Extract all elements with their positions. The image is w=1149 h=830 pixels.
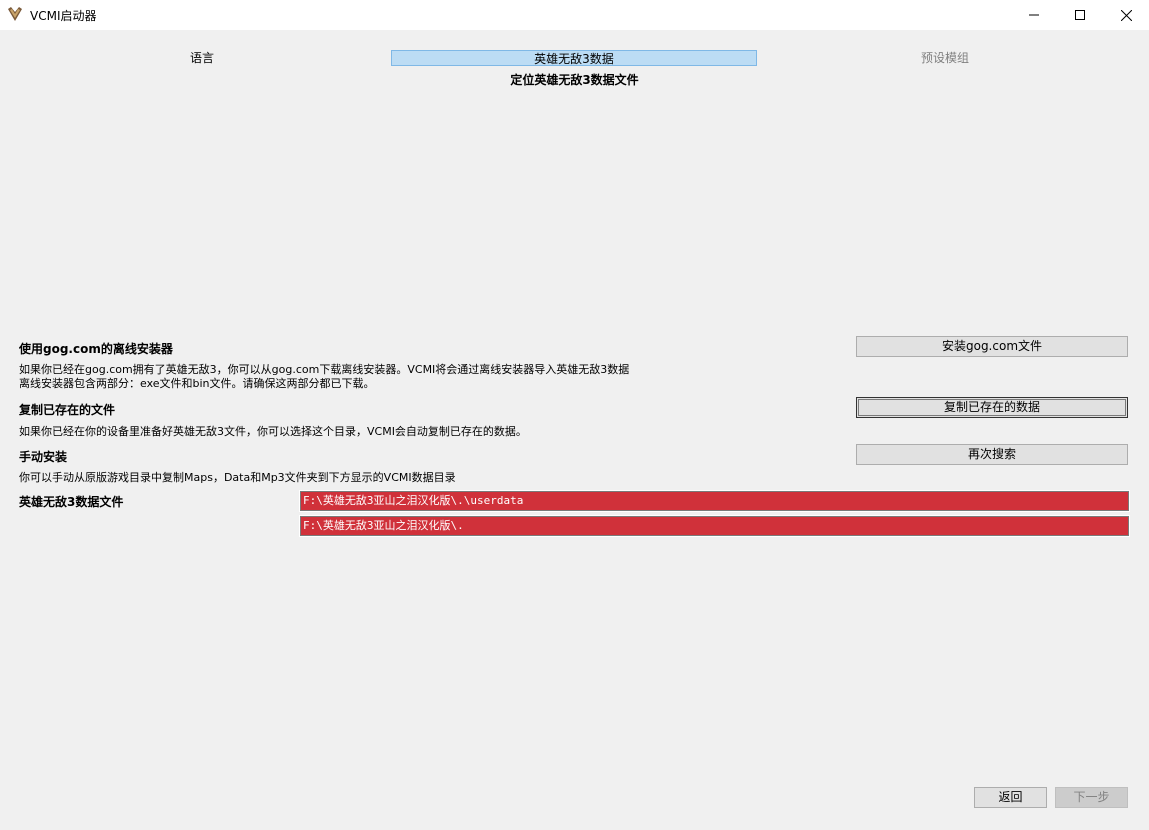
search-again-button[interactable]: 再次搜索 — [856, 444, 1128, 465]
step-heroes-data[interactable]: 英雄无敌3数据 — [391, 50, 757, 66]
copy-existing-description: 如果你已经在你的设备里准备好英雄无敌3文件，你可以选择这个目录，VCMI会自动复… — [19, 425, 527, 438]
gog-description-line2: 离线安装器包含两部分：exe文件和bin文件。请确保这两部分都已下载。 — [19, 377, 375, 390]
title-bar[interactable]: VCMI启动器 — [0, 0, 1149, 30]
data-files-label: 英雄无敌3数据文件 — [19, 495, 124, 509]
minimize-button[interactable] — [1011, 0, 1057, 30]
close-button[interactable] — [1103, 0, 1149, 30]
copy-existing-button[interactable]: 复制已存在的数据 — [856, 397, 1128, 418]
back-button[interactable]: 返回 — [974, 787, 1047, 808]
page-title: 定位英雄无敌3数据文件 — [510, 73, 639, 87]
maximize-icon — [1075, 10, 1085, 20]
launcher-window: VCMI启动器 语言 英雄无敌3数据 预设模组 定位英雄无敌3数据文件 使用go… — [0, 0, 1149, 830]
step-preset-mods[interactable]: 预设模组 — [860, 50, 1030, 66]
next-button[interactable]: 下一步 — [1055, 787, 1128, 808]
minimize-icon — [1029, 14, 1039, 16]
user-data-path-field[interactable]: F:\英雄无敌3亚山之泪汉化版\.\userdata — [299, 490, 1130, 512]
manual-install-heading: 手动安装 — [19, 450, 68, 464]
game-data-path-field[interactable]: F:\英雄无敌3亚山之泪汉化版\. — [299, 515, 1130, 537]
close-icon — [1120, 9, 1132, 21]
vcmi-logo-icon — [7, 6, 23, 22]
step-language[interactable]: 语言 — [150, 50, 254, 66]
manual-install-description: 你可以手动从原版游戏目录中复制Maps，Data和Mp3文件夹到下方显示的VCM… — [19, 471, 456, 484]
install-gog-button[interactable]: 安装gog.com文件 — [856, 336, 1128, 357]
window-title: VCMI启动器 — [30, 9, 97, 23]
gog-description-line1: 如果你已经在gog.com拥有了英雄无敌3，你可以从gog.com下载离线安装器… — [19, 363, 630, 376]
maximize-button[interactable] — [1057, 0, 1103, 30]
copy-existing-heading: 复制已存在的文件 — [19, 403, 116, 417]
gog-heading: 使用gog.com的离线安装器 — [19, 342, 173, 356]
